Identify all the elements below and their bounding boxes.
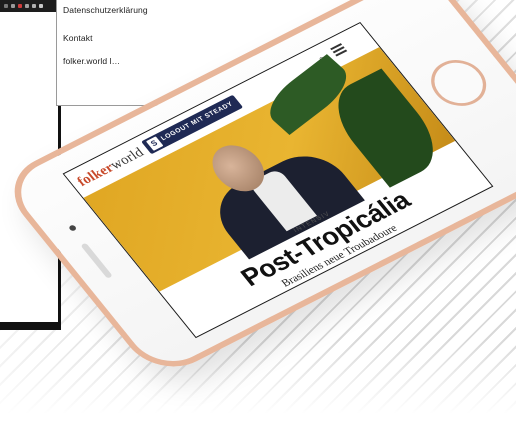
window-control-icon[interactable]	[4, 4, 8, 8]
menu-item-kontakt[interactable]: Kontakt	[63, 33, 93, 43]
window-control-icon[interactable]	[39, 4, 43, 8]
hamburger-menu-icon[interactable]	[330, 43, 348, 58]
menu-item-folker-world[interactable]: folker.world l…	[63, 56, 120, 66]
camera-icon	[68, 224, 78, 232]
speaker-grille	[80, 242, 113, 279]
home-button[interactable]	[420, 51, 498, 115]
window-control-icon[interactable]	[32, 4, 36, 8]
background-fade	[0, 340, 516, 446]
window-control-icon[interactable]	[18, 4, 22, 8]
window-control-icon[interactable]	[25, 4, 29, 8]
window-control-icon[interactable]	[11, 4, 15, 8]
window-titlebar	[0, 0, 58, 12]
menu-item-datenschutz[interactable]: Datenschutzerklärung	[63, 5, 148, 15]
